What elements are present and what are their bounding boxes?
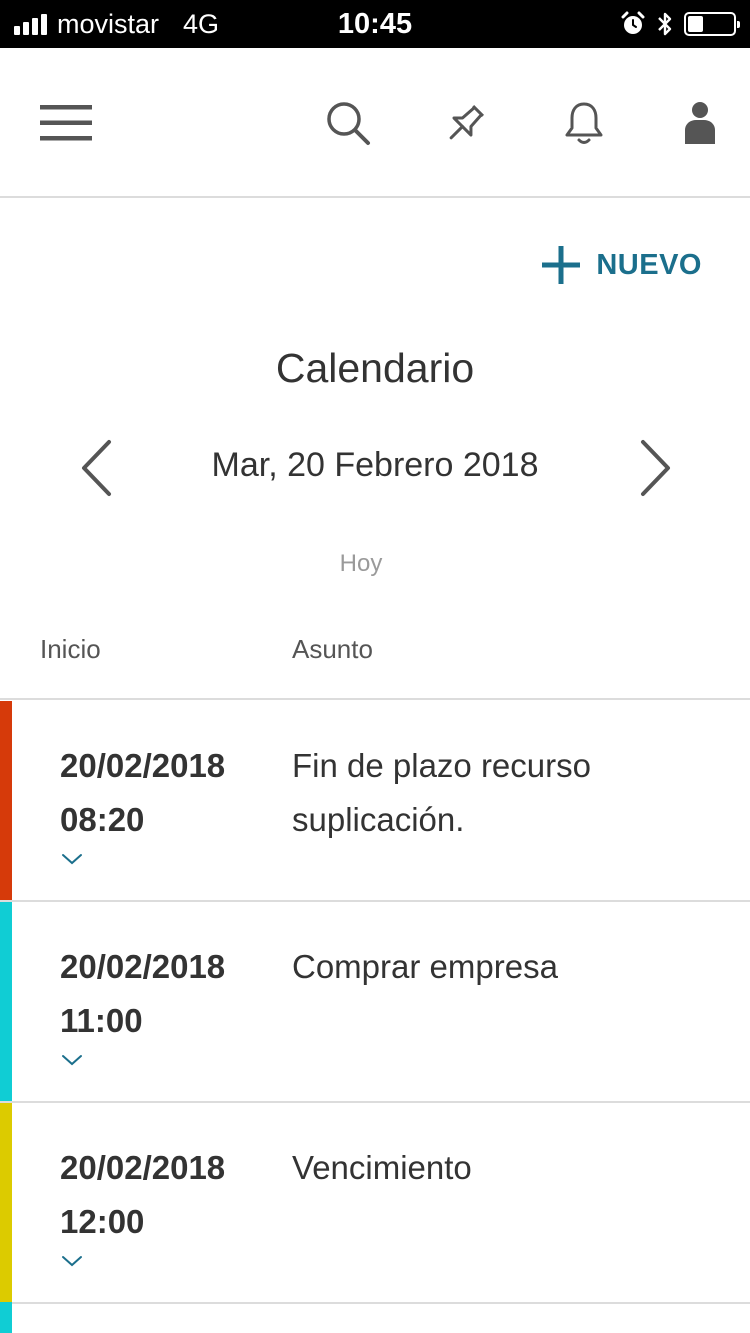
- event-date: 20/02/2018: [60, 1149, 226, 1186]
- status-right: [620, 0, 740, 48]
- event-row[interactable]: 20/02/2018 12:00 Vencimiento: [0, 1103, 750, 1304]
- event-row[interactable]: 20/02/2018 08:20 Fin de plazo recurso su…: [0, 701, 750, 902]
- menu-icon: [40, 105, 92, 141]
- today-link[interactable]: Hoy: [0, 550, 722, 578]
- event-start: 20/02/2018 08:20: [60, 739, 225, 847]
- chevron-right-icon: [641, 440, 670, 496]
- event-color-stripe: [0, 1103, 12, 1302]
- column-header-subject[interactable]: Asunto: [292, 634, 373, 665]
- search-icon: [327, 102, 370, 145]
- chevron-down-icon[interactable]: [60, 1052, 84, 1068]
- next-day-button[interactable]: [626, 438, 686, 498]
- event-start: 20/02/2018 11:00: [60, 940, 225, 1048]
- user-icon: [685, 102, 715, 144]
- page-title: Calendario: [275, 345, 475, 391]
- plus-icon: [542, 246, 581, 284]
- bell-icon: [565, 102, 603, 144]
- bluetooth-icon: [658, 12, 672, 36]
- profile-button[interactable]: [670, 93, 730, 153]
- event-date: 20/02/2018: [60, 948, 226, 985]
- chevron-down-icon[interactable]: [60, 851, 84, 867]
- notifications-button[interactable]: [554, 93, 614, 153]
- chevron-down-icon[interactable]: [60, 1253, 84, 1269]
- new-button[interactable]: NUEVO: [540, 244, 702, 286]
- alarm-icon: [621, 11, 645, 34]
- event-subject: Vencimiento: [292, 1149, 472, 1186]
- event-color-stripe: [0, 902, 12, 1101]
- app-header: [0, 48, 750, 198]
- pin-button[interactable]: [436, 93, 496, 153]
- menu-button[interactable]: [36, 93, 96, 153]
- date-navigation: Mar, 20 Febrero 2018: [0, 428, 750, 508]
- event-time: 12:00: [60, 1203, 145, 1240]
- event-time: 11:00: [60, 1002, 143, 1039]
- pin-icon: [449, 104, 485, 140]
- event-time: 08:20: [60, 801, 145, 838]
- event-color-stripe: [0, 701, 12, 900]
- search-button[interactable]: [318, 93, 378, 153]
- event-subject: Fin de plazo recurso suplicación.: [292, 747, 591, 838]
- battery-icon: [684, 12, 740, 36]
- event-date: 20/02/2018: [60, 747, 226, 784]
- event-start: 20/02/2018 12:00: [60, 1141, 225, 1249]
- next-event-color-stripe: [0, 1302, 12, 1333]
- event-subject: Comprar empresa: [292, 948, 558, 985]
- status-bar: movistar 4G 10:45: [0, 0, 750, 48]
- battery-fill: [688, 16, 704, 32]
- event-row[interactable]: 20/02/2018 11:00 Comprar empresa: [0, 902, 750, 1103]
- column-header-start[interactable]: Inicio: [40, 634, 101, 665]
- table-header: Inicio Asunto: [0, 620, 750, 700]
- new-button-label: NUEVO: [596, 248, 702, 281]
